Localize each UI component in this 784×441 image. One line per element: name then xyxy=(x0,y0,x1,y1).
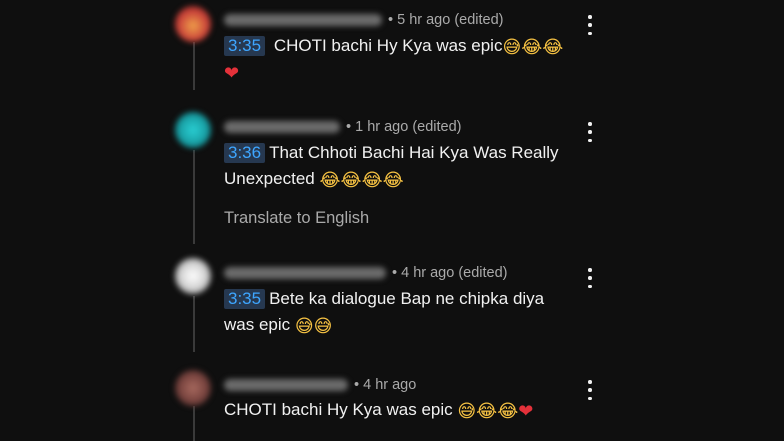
avatar[interactable] xyxy=(175,6,211,42)
comment-meta: • 4 hr ago xyxy=(224,374,416,396)
comment-meta: • 1 hr ago (edited) xyxy=(224,116,462,138)
sweat-smile-emoji: 😅 xyxy=(457,401,477,422)
comments-section: • 5 hr ago (edited) 3:35 CHOTI bachi Hy … xyxy=(0,0,784,441)
avatar[interactable] xyxy=(175,112,211,148)
comment-body: 3:35 Bete ka dialogue Bap ne chipka diya … xyxy=(224,286,569,338)
thread-line xyxy=(193,150,195,244)
timestamp-link[interactable]: 3:35 xyxy=(224,289,266,309)
comment-body: 3:35 CHOTI bachi Hy Kya was epic😅😂😂 ❤ xyxy=(224,33,569,85)
more-options-button[interactable] xyxy=(582,380,598,400)
avatar[interactable] xyxy=(175,258,211,294)
thread-line xyxy=(193,42,195,90)
joy-emoji: 😂 xyxy=(521,37,543,58)
comment-meta: • 4 hr ago (edited) xyxy=(224,262,508,284)
comment-time[interactable]: • 4 hr ago (edited) xyxy=(392,265,508,281)
more-options-button[interactable] xyxy=(582,122,598,142)
comment-text: CHOTI bachi Hy Kya was epic xyxy=(224,400,453,419)
thread-line xyxy=(193,406,195,441)
more-vertical-icon xyxy=(588,15,592,19)
author-name[interactable] xyxy=(224,14,382,26)
comment-time[interactable]: • 5 hr ago (edited) xyxy=(388,12,504,28)
more-options-button[interactable] xyxy=(582,268,598,288)
joy-emoji: 😂 xyxy=(319,170,341,191)
more-vertical-icon xyxy=(588,380,592,384)
avatar[interactable] xyxy=(175,370,211,406)
sweat-smile-emoji: 😅 xyxy=(502,37,522,58)
timestamp-link[interactable]: 3:36 xyxy=(224,143,266,163)
comment-text: Bete ka dialogue Bap ne chipka diya was … xyxy=(224,289,545,334)
comment-text: CHOTI bachi Hy Kya was epic xyxy=(273,36,503,55)
comment-body: CHOTI bachi Hy Kya was epic 😅😂😂❤ xyxy=(224,397,569,423)
sweat-smile-emoji: 😅 xyxy=(313,316,333,337)
translate-button[interactable]: Translate to English xyxy=(224,209,369,228)
joy-emoji: 😂 xyxy=(497,401,519,422)
more-vertical-icon xyxy=(588,122,592,126)
author-name[interactable] xyxy=(224,379,348,391)
heart-emoji: ❤ xyxy=(518,401,534,422)
comment-time[interactable]: • 1 hr ago (edited) xyxy=(346,119,462,135)
thread-line xyxy=(193,296,195,352)
sweat-smile-emoji: 😅 xyxy=(294,316,314,337)
joy-emoji: 😂 xyxy=(361,170,383,191)
joy-emoji: 😂 xyxy=(340,170,362,191)
comment-body: 3:36 That Chhoti Bachi Hai Kya Was Really… xyxy=(224,140,569,192)
author-name[interactable] xyxy=(224,267,386,279)
joy-emoji: 😂 xyxy=(542,37,564,58)
more-options-button[interactable] xyxy=(582,15,598,35)
author-name[interactable] xyxy=(224,121,340,133)
joy-emoji: 😂 xyxy=(476,401,498,422)
timestamp-link[interactable]: 3:35 xyxy=(224,36,266,56)
joy-emoji: 😂 xyxy=(382,170,404,191)
more-vertical-icon xyxy=(588,268,592,272)
comment-time[interactable]: • 4 hr ago xyxy=(354,377,416,393)
comment-meta: • 5 hr ago (edited) xyxy=(224,9,504,31)
heart-emoji: ❤ xyxy=(224,63,240,84)
